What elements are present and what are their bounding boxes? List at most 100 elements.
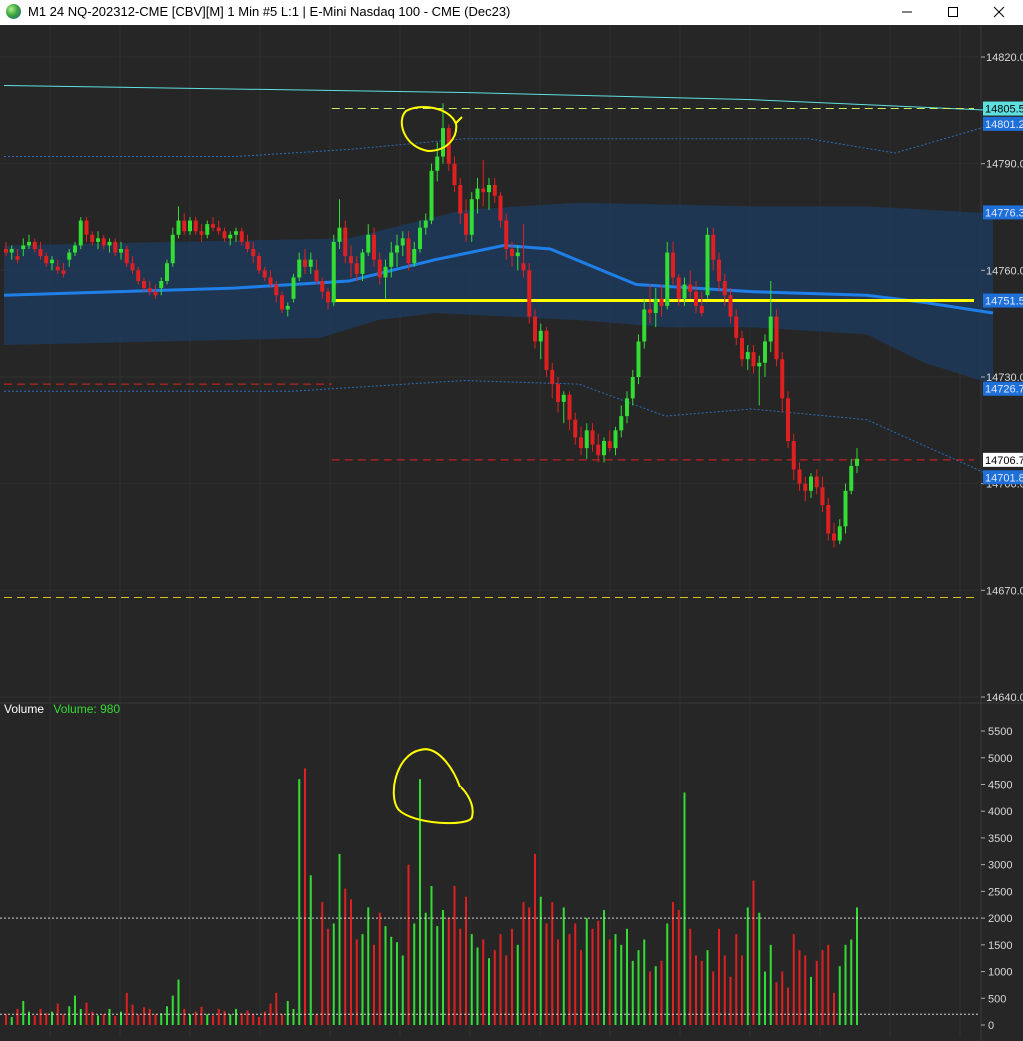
candle-body <box>803 483 808 491</box>
volume-bar <box>246 1010 249 1025</box>
volume-bar <box>378 912 381 1025</box>
grid <box>0 25 1023 1041</box>
candle-body <box>469 199 474 235</box>
candle-body <box>452 163 457 185</box>
candle-body <box>383 266 388 278</box>
volume-legend-value: Volume: 980 <box>53 702 121 716</box>
candle-body <box>584 430 589 449</box>
volume-bar <box>304 768 306 1025</box>
volume-bar <box>689 928 692 1025</box>
volume-tick-label: 1500 <box>988 940 1012 952</box>
volume-legend: Volume Volume: 980 <box>4 702 120 716</box>
volume-bar <box>672 902 674 1025</box>
minimize-button[interactable] <box>884 0 930 25</box>
volume-bar <box>631 960 634 1025</box>
chart-canvas[interactable]: 14640.014670.014700.014730.014760.014790… <box>0 25 1023 1041</box>
candle-body <box>142 281 146 289</box>
volume-bar <box>534 853 536 1025</box>
candle-body <box>136 270 141 281</box>
volume-bar <box>838 966 841 1025</box>
volume-bar <box>286 1000 289 1025</box>
window-titlebar: M1 24 NQ-202312-CME [CBV][M] 1 Min #5 L:… <box>0 0 1023 25</box>
volume-bar <box>856 907 858 1025</box>
candle-body <box>15 256 20 260</box>
volume-bar <box>74 995 76 1025</box>
volume-bar <box>217 1008 220 1025</box>
volume-tick-label: 3500 <box>988 833 1012 845</box>
volume-bar <box>390 936 393 1025</box>
volume-bar <box>62 1014 65 1025</box>
volume-bar <box>706 950 709 1025</box>
candle-body <box>280 295 284 310</box>
volume-bar <box>562 907 565 1025</box>
volume-bar <box>194 1011 197 1025</box>
volume-bar <box>677 910 680 1025</box>
volume-bar <box>102 1014 105 1025</box>
candle-body <box>515 252 520 257</box>
maximize-button[interactable] <box>930 0 976 25</box>
candle-body <box>268 277 273 285</box>
volume-bar <box>453 886 456 1025</box>
volume-bar <box>396 942 398 1025</box>
candle-body <box>481 188 486 193</box>
volume-bar <box>499 934 502 1025</box>
candle-body <box>671 252 675 278</box>
volume-bar <box>643 939 646 1025</box>
volume-bar <box>574 923 577 1025</box>
volume-tick-label: 5500 <box>988 726 1012 738</box>
candle-body <box>814 476 819 488</box>
volume-bar <box>580 950 582 1025</box>
candle-body <box>556 384 560 402</box>
candle-body <box>820 487 825 505</box>
volume-bar <box>160 1013 163 1025</box>
volume-bar <box>327 928 329 1025</box>
volume-bar <box>608 939 611 1025</box>
candle-body <box>774 316 779 360</box>
candle-body <box>257 256 261 271</box>
volume-bar <box>114 1015 117 1025</box>
candle-body <box>326 291 330 303</box>
candle-body <box>734 316 739 338</box>
volume-bar <box>459 928 462 1025</box>
volume-bar <box>85 1002 88 1025</box>
candle-body <box>745 352 750 360</box>
candle-body <box>418 227 422 249</box>
candle-body <box>728 295 733 317</box>
candle-body <box>567 394 572 420</box>
volume-bar <box>568 934 571 1025</box>
volume-bar <box>775 982 778 1025</box>
volume-bar <box>539 896 542 1025</box>
volume-bar <box>298 779 301 1025</box>
volume-bar <box>22 1000 25 1025</box>
candle-body <box>9 249 14 253</box>
candle-body <box>27 241 31 246</box>
candle-body <box>498 195 503 221</box>
candle-body <box>711 234 716 260</box>
candle-body <box>193 220 198 232</box>
candle-body <box>153 291 158 296</box>
candle-body <box>740 337 744 360</box>
volume-bar <box>620 944 623 1025</box>
volume-bar <box>108 1008 111 1025</box>
candle-body <box>533 316 537 342</box>
volume-bar <box>798 950 801 1025</box>
candle-body <box>579 437 583 449</box>
close-button[interactable] <box>976 0 1022 25</box>
price-tick-label: 14640.0 <box>986 692 1023 704</box>
candle-body <box>625 398 629 417</box>
candle-body <box>262 270 267 278</box>
candle-body <box>239 231 244 242</box>
volume-bar <box>844 944 847 1025</box>
candle-body <box>107 241 112 246</box>
volume-bar <box>137 1014 140 1025</box>
volume-bar <box>833 992 835 1025</box>
volume-bar <box>493 950 496 1025</box>
candle-body <box>130 263 135 271</box>
candle-body <box>188 220 192 232</box>
volume-tick-label: 5000 <box>988 753 1012 765</box>
candle-body <box>285 305 290 310</box>
candle-body <box>435 156 440 171</box>
volume-bar <box>344 888 347 1025</box>
annotation-circle-price <box>400 106 463 153</box>
volume-bar <box>758 912 761 1025</box>
